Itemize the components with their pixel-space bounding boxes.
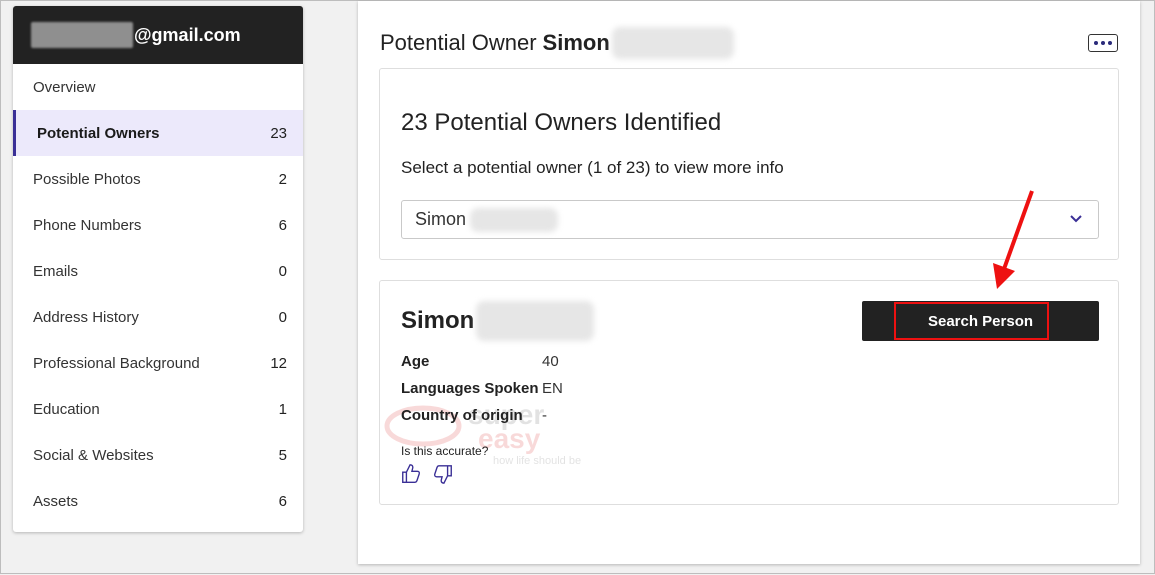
nav-count: 6	[278, 492, 287, 510]
accuracy-prompt: Is this accurate?	[401, 444, 489, 458]
nav-item-address-history[interactable]: Address History 0	[13, 294, 303, 340]
search-person-button[interactable]: Search Person	[862, 301, 1099, 341]
page-title-name: Simon	[542, 30, 610, 55]
main-panel: Potential Owner Simon 23 Potential Owner…	[358, 1, 1140, 564]
nav-label: Potential Owners	[37, 124, 160, 142]
owner-select-value: Simon	[415, 209, 467, 229]
nav-label: Possible Photos	[33, 170, 141, 188]
nav-label: Professional Background	[33, 354, 200, 372]
nav-item-assets[interactable]: Assets 6	[13, 478, 303, 524]
ellipsis-icon	[1094, 41, 1098, 45]
person-card: super easy how life should be Simon Sear…	[379, 280, 1119, 505]
chevron-down-icon	[1068, 211, 1084, 232]
info-label: Languages Spoken	[401, 380, 539, 397]
info-value: 40	[542, 353, 559, 370]
owner-select[interactable]: Simon	[401, 200, 1099, 239]
nav-count: 5	[278, 446, 287, 464]
info-label: Age	[401, 353, 430, 370]
nav-count: 2	[278, 170, 287, 188]
nav-label: Social & Websites	[33, 446, 154, 464]
nav-label: Assets	[33, 492, 79, 510]
thumbs-up-icon[interactable]	[400, 463, 422, 485]
nav-item-social-websites[interactable]: Social & Websites 5	[13, 432, 303, 478]
nav-item-emails[interactable]: Emails 0	[13, 248, 303, 294]
ellipsis-dot	[1101, 41, 1105, 45]
nav-label: Emails	[33, 262, 79, 280]
svg-text:how life should be: how life should be	[493, 455, 581, 466]
info-row-languages: Languages Spoken EN	[401, 380, 563, 397]
nav-item-education[interactable]: Education 1	[13, 386, 303, 432]
nav-item-overview[interactable]: Overview	[13, 64, 303, 110]
info-row-age: Age 40	[401, 353, 559, 370]
nav-count: 6	[278, 216, 287, 234]
page-title-prefix: Potential Owner	[380, 30, 537, 55]
nav-count: 0	[278, 262, 287, 280]
account-header: @gmail.com	[13, 6, 303, 64]
info-value: -	[542, 407, 547, 424]
ellipsis-dot	[1108, 41, 1112, 45]
account-email-suffix: @gmail.com	[134, 24, 241, 45]
info-value: EN	[542, 380, 563, 397]
person-name: Simon	[401, 301, 595, 341]
nav-item-professional-background[interactable]: Professional Background 12	[13, 340, 303, 386]
thumbs-down-icon[interactable]	[432, 463, 454, 485]
info-row-country: Country of origin -	[401, 407, 547, 424]
nav-item-possible-photos[interactable]: Possible Photos 2	[13, 156, 303, 202]
nav-item-potential-owners[interactable]: Potential Owners 23	[13, 110, 303, 156]
redacted-surname	[470, 207, 559, 232]
nav-count: 12	[270, 354, 287, 372]
info-label: Country of origin	[401, 407, 523, 424]
nav-count: 23	[270, 124, 287, 142]
feedback-buttons	[400, 463, 454, 485]
nav-count: 0	[278, 308, 287, 326]
owners-heading: 23 Potential Owners Identified	[401, 109, 722, 136]
person-first-name: Simon	[401, 307, 475, 334]
nav-label: Address History	[33, 308, 139, 326]
redacted-surname	[611, 27, 734, 59]
owners-summary-card: 23 Potential Owners Identified Select a …	[379, 68, 1119, 260]
nav-label: Phone Numbers	[33, 216, 142, 234]
sidebar: @gmail.com Overview Potential Owners 23 …	[13, 6, 303, 532]
nav-label: Education	[33, 400, 100, 418]
redacted-email	[31, 22, 133, 48]
nav-count: 1	[278, 400, 287, 418]
nav-label: Overview	[33, 78, 96, 96]
nav-item-phone-numbers[interactable]: Phone Numbers 6	[13, 202, 303, 248]
owners-subheading: Select a potential owner (1 of 23) to vi…	[401, 158, 784, 177]
redacted-surname	[476, 301, 595, 341]
more-options-button[interactable]	[1088, 34, 1118, 52]
page-title: Potential Owner Simon	[380, 27, 734, 59]
